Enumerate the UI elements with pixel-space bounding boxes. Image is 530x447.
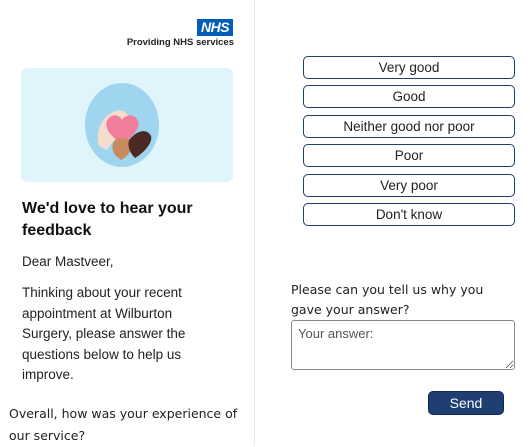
- option-good-button[interactable]: Good: [303, 85, 515, 109]
- hands-heart-icon: [85, 83, 159, 167]
- followup-question: Please can you tell us why you gave your…: [291, 282, 484, 317]
- option-neither-button[interactable]: Neither good nor poor: [303, 114, 515, 138]
- option-poor-button[interactable]: Poor: [303, 144, 515, 168]
- nhs-tagline: Providing NHS services: [126, 37, 234, 48]
- greeting-text: Dear Mastveer,: [22, 254, 114, 269]
- answer-textarea[interactable]: [291, 320, 515, 370]
- send-button[interactable]: Send: [428, 391, 504, 415]
- left-panel: NHS Providing NHS services We'd love to …: [0, 0, 254, 445]
- page-title: We'd love to hear your feedback: [22, 200, 193, 239]
- hero-illustration: [21, 68, 233, 182]
- option-very-good-button[interactable]: Very good: [303, 56, 515, 79]
- option-very-poor-button[interactable]: Very poor: [303, 173, 515, 197]
- experience-question: Overall, how was your experience of our …: [9, 406, 238, 443]
- option-dont-know-button[interactable]: Don't know: [303, 202, 515, 226]
- nhs-logo: NHS: [197, 19, 233, 36]
- intro-text: Thinking about your recent appointment a…: [22, 285, 186, 382]
- rating-options: Very good Good Neither good nor poor Poo…: [303, 56, 515, 232]
